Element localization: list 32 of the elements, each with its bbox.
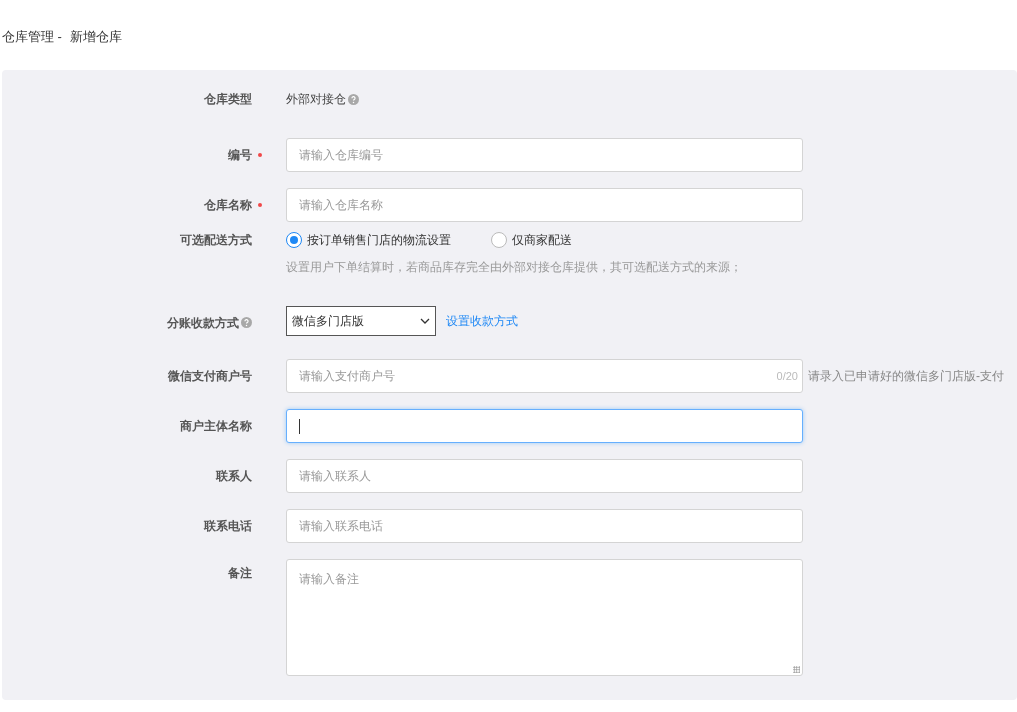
settings-link[interactable]: 设置收款方式 (446, 312, 518, 330)
input-field[interactable]: 请输入仓库名称 (286, 188, 803, 222)
field-label: 可选配送方式 (180, 232, 252, 249)
field-label: 仓库名称 (204, 196, 252, 214)
field-value: 外部对接仓 (286, 91, 346, 108)
field-label: 备注 (228, 565, 252, 582)
radio-option[interactable]: 仅商家配送 (491, 231, 572, 249)
field-label: 联系人 (216, 467, 252, 485)
field-label: 编号 (228, 146, 252, 164)
help-icon[interactable] (241, 317, 252, 328)
field-label: 分账收款方式 (167, 314, 239, 332)
input-field[interactable]: 请输入联系人 (286, 459, 803, 493)
select-dropdown[interactable]: 微信多门店版 (286, 306, 436, 336)
input-field[interactable]: 请输入联系电话 (286, 509, 803, 543)
field-label: 仓库类型 (204, 91, 252, 108)
field-label: 联系电话 (204, 517, 252, 535)
character-counter: 0/20 (776, 368, 798, 384)
input-field[interactable]: 请输入仓库编号 (286, 138, 803, 172)
field-label: 微信支付商户号 (168, 367, 252, 385)
input-field[interactable]: 请输入支付商户号 0/20 (286, 359, 803, 393)
help-text: 设置用户下单结算时，若商品库存完全由外部对接仓库提供，其可选配送方式的来源； (286, 259, 742, 276)
page-title: 新增仓库 (69, 28, 122, 46)
input-field[interactable] (286, 409, 803, 443)
radio-option[interactable]: 按订单销售门店的物流设置 (286, 231, 451, 249)
resize-handle-icon[interactable] (793, 666, 800, 673)
help-text: 请录入已申请好的微信多门店版-支付 (808, 368, 1004, 385)
field-label: 商户主体名称 (180, 417, 252, 435)
help-icon[interactable] (348, 93, 359, 105)
chevron-down-icon (420, 318, 430, 324)
textarea-field[interactable]: 请输入备注 (286, 559, 803, 676)
breadcrumb-link[interactable]: 仓库管理 - (2, 27, 62, 70)
text-cursor (299, 418, 300, 434)
